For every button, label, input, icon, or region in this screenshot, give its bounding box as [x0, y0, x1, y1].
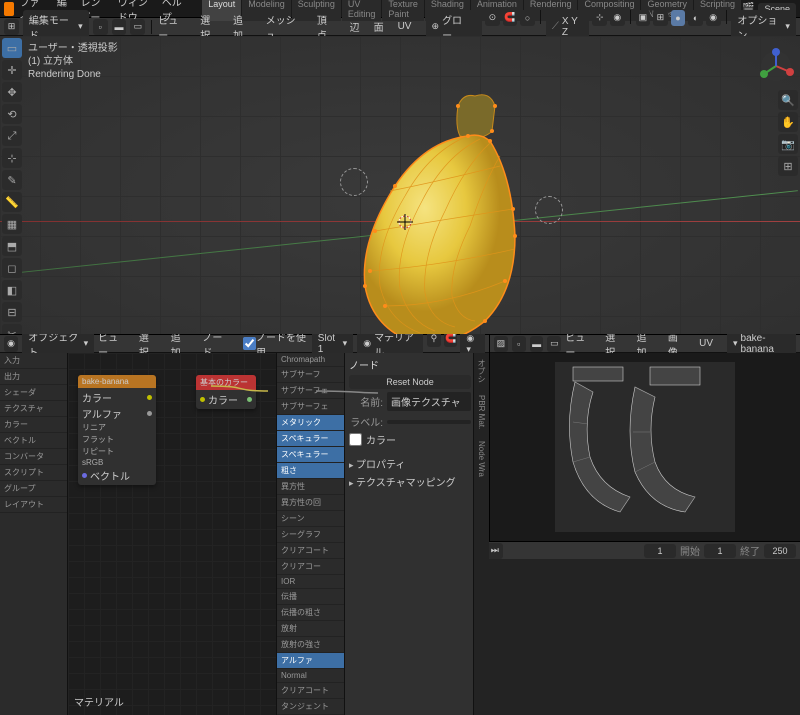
- xray-icon[interactable]: ▣: [636, 10, 651, 26]
- node-wire: [68, 353, 558, 543]
- snap-icon[interactable]: 🧲: [503, 10, 518, 26]
- end-frame-field[interactable]: 250: [764, 544, 796, 558]
- editor-type-icon[interactable]: ⊞: [4, 19, 19, 35]
- cat-input[interactable]: 入力: [0, 353, 67, 369]
- 3d-cursor-icon: [397, 214, 413, 230]
- tab-uv-editing[interactable]: UV Editing: [342, 0, 382, 21]
- hdr-face[interactable]: 面: [374, 19, 384, 34]
- end-label: 終了: [740, 543, 760, 558]
- side-cat[interactable]: Normal: [277, 669, 344, 683]
- overlay-line3: Rendering Done: [28, 68, 118, 81]
- side-cat[interactable]: 伝播の粗さ: [277, 605, 344, 621]
- side-cat[interactable]: クリアコート: [277, 543, 344, 559]
- uv-mode-icon[interactable]: ▭: [547, 336, 561, 352]
- side-cat[interactable]: タンジェント: [277, 699, 344, 715]
- overlay-line1: ユーザー・透視投影: [28, 42, 118, 55]
- side-cat[interactable]: 放射: [277, 621, 344, 637]
- side-cat[interactable]: 放射の強さ: [277, 637, 344, 653]
- tool-rotate-icon[interactable]: ⟲: [2, 104, 22, 124]
- cat-vector[interactable]: ベクトル: [0, 433, 67, 449]
- side-cat[interactable]: クリアコー: [277, 559, 344, 575]
- shading-rendered-icon[interactable]: ◉: [706, 10, 721, 26]
- side-cat[interactable]: アルファ: [277, 653, 344, 669]
- cat-script[interactable]: スクリプト: [0, 465, 67, 481]
- uv-editor-header: ▨ ▫ ▬ ▭ ビュー 選択 追加 画像 UV ▾ bake-banana: [490, 335, 800, 353]
- overlay-toggle-icon[interactable]: ◉: [610, 10, 625, 26]
- ortho-toggle-icon[interactable]: ⊞: [778, 156, 798, 176]
- shading-wire-icon[interactable]: ⊞: [653, 10, 668, 26]
- tool-scale-icon[interactable]: ⤢: [2, 126, 22, 146]
- tab-texture-paint[interactable]: Texture Paint: [382, 0, 424, 21]
- node-editor-body[interactable]: 入力 出力 シェーダ テクスチャ カラー ベクトル コンバータ スクリプト グル…: [0, 353, 489, 715]
- select-mode-edge-icon[interactable]: ▬: [112, 19, 127, 35]
- cat-shader[interactable]: シェーダ: [0, 385, 67, 401]
- tool-add-cube-icon[interactable]: ▦: [2, 214, 22, 234]
- tool-extrude-icon[interactable]: ⬒: [2, 236, 22, 256]
- tool-bevel-icon[interactable]: ◧: [2, 280, 22, 300]
- uv-image-canvas[interactable]: [555, 362, 735, 532]
- viewport-overlay-text: ユーザー・透視投影 (1) 立方体 Rendering Done: [28, 42, 118, 81]
- tool-move-icon[interactable]: ✥: [2, 82, 22, 102]
- overlay-line2: (1) 立方体: [28, 55, 118, 68]
- tool-transform-icon[interactable]: ⊹: [2, 148, 22, 168]
- node-editor: ◉ オブジェクト ▾ ビュー 選択 追加 ノード ノードを使用 Slot 1 ▾…: [0, 335, 490, 541]
- 3d-viewport[interactable]: ユーザー・透視投影 (1) 立方体 Rendering Done ▭ ✛ ✥ ⟲…: [0, 36, 800, 334]
- blender-logo-icon: [4, 2, 14, 16]
- side-cat[interactable]: 伝播: [277, 589, 344, 605]
- pan-icon[interactable]: ✋: [778, 112, 798, 132]
- uv-uv[interactable]: UV: [699, 338, 713, 349]
- shading-solid-icon[interactable]: ●: [671, 10, 686, 26]
- bottom-panels: ◉ オブジェクト ▾ ビュー 選択 追加 ノード ノードを使用 Slot 1 ▾…: [0, 334, 800, 541]
- tool-inset-icon[interactable]: ◻: [2, 258, 22, 278]
- material-name-label: マテリアル: [74, 694, 124, 709]
- start-label: 開始: [680, 543, 700, 558]
- tool-measure-icon[interactable]: 📏: [2, 192, 22, 212]
- editor-type-icon[interactable]: ▨: [494, 336, 508, 352]
- cat-texture[interactable]: テクスチャ: [0, 401, 67, 417]
- viewport-header: ⊞ 編集モード ▾ ▫ ▬ ▭ ビュー 選択 追加 メッシュ 頂点 辺 面 UV…: [0, 18, 800, 36]
- uv-layout: [555, 362, 735, 532]
- cat-output[interactable]: 出力: [0, 369, 67, 385]
- node-canvas[interactable]: bake-banana カラー アルファ リニア フラット リピート sRGB …: [68, 353, 276, 715]
- viewport-right-controls: 🔍 ✋ 📷 ⊞: [778, 90, 798, 176]
- cat-color[interactable]: カラー: [0, 417, 67, 433]
- editor-type-icon[interactable]: ◉: [4, 336, 18, 352]
- cat-group[interactable]: グループ: [0, 481, 67, 497]
- select-mode-vertex-icon[interactable]: ▫: [93, 19, 108, 35]
- current-frame-field[interactable]: 1: [644, 544, 676, 558]
- camera-view-icon[interactable]: 📷: [778, 134, 798, 154]
- pivot-icon[interactable]: ⊙: [485, 10, 500, 26]
- hdr-edge[interactable]: 辺: [350, 19, 360, 34]
- tool-knife-icon[interactable]: ✂: [2, 324, 22, 334]
- cat-converter[interactable]: コンバータ: [0, 449, 67, 465]
- tool-loop-cut-icon[interactable]: ⊟: [2, 302, 22, 322]
- tool-shelf: ▭ ✛ ✥ ⟲ ⤢ ⊹ ✎ 📏 ▦ ⬒ ◻ ◧ ⊟ ✂: [2, 38, 22, 334]
- side-cat[interactable]: クリアコート: [277, 683, 344, 699]
- hdr-uv[interactable]: UV: [398, 21, 412, 32]
- navigation-gizmo-icon[interactable]: [758, 48, 794, 84]
- cat-layout[interactable]: レイアウト: [0, 497, 67, 513]
- shading-material-icon[interactable]: ◐: [688, 10, 703, 26]
- uv-mode-icon[interactable]: ▬: [530, 336, 544, 352]
- jump-end-icon[interactable]: ⏭: [487, 543, 503, 559]
- tool-annotate-icon[interactable]: ✎: [2, 170, 22, 190]
- gizmo-toggle-icon[interactable]: ⊹: [592, 10, 607, 26]
- tool-select-box-icon[interactable]: ▭: [2, 38, 22, 58]
- start-frame-field[interactable]: 1: [704, 544, 736, 558]
- banana-mesh[interactable]: [330, 81, 540, 334]
- node-editor-header: ◉ オブジェクト ▾ ビュー 選択 追加 ノード ノードを使用 Slot 1 ▾…: [0, 335, 489, 353]
- proportional-icon[interactable]: ○: [520, 10, 535, 26]
- zoom-icon[interactable]: 🔍: [778, 90, 798, 110]
- tool-cursor-icon[interactable]: ✛: [2, 60, 22, 80]
- select-mode-face-icon[interactable]: ▭: [130, 19, 145, 35]
- node-category-list: 入力 出力 シェーダ テクスチャ カラー ベクトル コンバータ スクリプト グル…: [0, 353, 68, 715]
- uv-mode-icon[interactable]: ▫: [512, 336, 526, 352]
- side-cat[interactable]: IOR: [277, 575, 344, 589]
